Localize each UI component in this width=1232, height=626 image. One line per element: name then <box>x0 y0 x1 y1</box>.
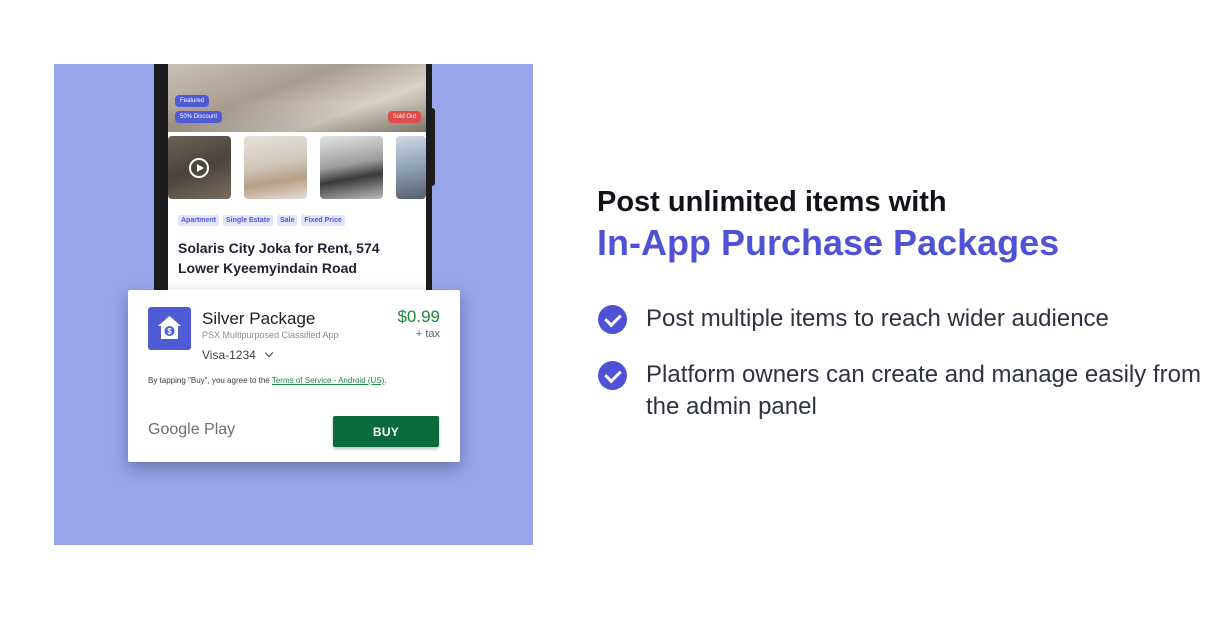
feature-text: Post multiple items to reach wider audie… <box>646 305 1109 332</box>
app-name: PSX Multipurposed Classified App <box>202 330 339 340</box>
package-name: Silver Package <box>202 309 316 328</box>
play-icon[interactable] <box>189 158 209 178</box>
terms-notice: By tapping "Buy", you agree to the Terms… <box>148 376 387 385</box>
house-dollar-icon: $ <box>148 307 191 350</box>
video-thumbnail[interactable] <box>168 136 231 199</box>
tag-single-estate: Single Estate <box>223 215 273 226</box>
buy-button[interactable]: BUY <box>333 416 439 447</box>
sold-out-badge: Sold Out <box>387 111 421 123</box>
headline-line-2: In-App Purchase Packages <box>597 222 1060 263</box>
discount-badge: 50% Discount <box>175 111 223 123</box>
listing-title: Solaris City Joka for Rent, 574 Lower Ky… <box>178 240 380 276</box>
photo-thumbnail[interactable] <box>244 136 307 199</box>
terms-suffix: . <box>384 376 387 385</box>
payment-method-label: Visa-1234 <box>202 348 256 362</box>
photo-thumbnail[interactable] <box>320 136 383 199</box>
phone-screen: Featured 50% Discount Sold Out Apartment… <box>168 64 426 290</box>
listing-tags: Apartment Single Estate Sale Fixed Price <box>178 215 345 226</box>
feature-item: Platform owners can create and manage ea… <box>598 359 1206 423</box>
svg-text:$: $ <box>167 327 172 336</box>
google-play-logo: Google Play <box>148 421 236 438</box>
tag-apartment: Apartment <box>178 215 220 226</box>
terms-of-service-link[interactable]: Terms of Service - Android (US) <box>272 376 384 385</box>
payment-method-select[interactable]: Visa-1234 <box>202 348 274 362</box>
check-circle-icon <box>598 361 627 390</box>
featured-badge: Featured <box>175 95 210 107</box>
package-price: $0.99 <box>397 307 440 326</box>
listing-thumbnails <box>168 136 426 200</box>
feature-item: Post multiple items to reach wider audie… <box>598 303 1206 335</box>
tax-label: + tax <box>415 328 440 340</box>
tag-sale: Sale <box>276 215 298 226</box>
terms-prefix: By tapping "Buy", you agree to the <box>148 376 272 385</box>
check-circle-icon <box>598 305 627 334</box>
chevron-down-icon[interactable] <box>264 348 274 358</box>
purchase-dialog: $ Silver Package PSX Multipurposed Class… <box>128 290 460 462</box>
photo-thumbnail[interactable] <box>396 136 426 199</box>
headline-line-1: Post unlimited items with <box>597 186 947 218</box>
feature-text: Platform owners can create and manage ea… <box>646 361 1201 420</box>
phone-side-button <box>431 108 435 186</box>
tag-fixed-price: Fixed Price <box>301 215 345 226</box>
